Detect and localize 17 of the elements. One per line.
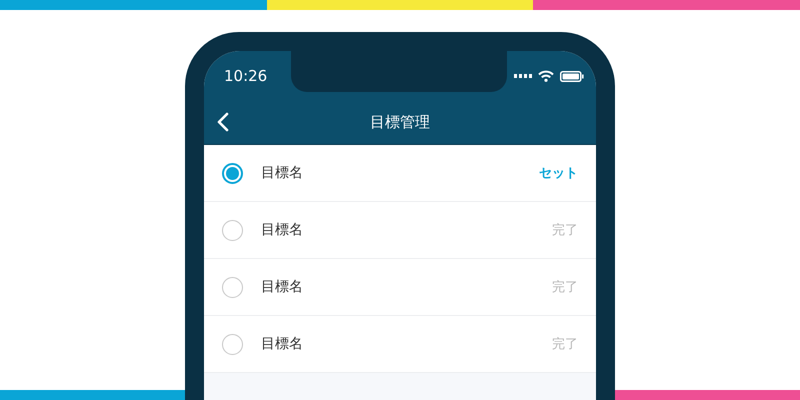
- goal-row[interactable]: 目標名 完了: [204, 259, 596, 316]
- signal-icon: [514, 73, 532, 79]
- goal-row[interactable]: 目標名 完了: [204, 202, 596, 259]
- goal-name: 目標名: [261, 278, 304, 296]
- screen-title: 目標管理: [370, 113, 430, 132]
- wifi-icon: [538, 70, 554, 82]
- radio-button[interactable]: [222, 334, 243, 354]
- radio-button[interactable]: [222, 220, 243, 240]
- back-icon[interactable]: [217, 112, 229, 132]
- status-time: 10:26: [224, 67, 268, 85]
- goal-row[interactable]: 目標名 セット: [204, 145, 596, 202]
- battery-icon: [560, 70, 584, 82]
- radio-button[interactable]: [222, 162, 243, 184]
- goal-name: 目標名: [261, 221, 304, 239]
- radio-button[interactable]: [222, 276, 243, 298]
- goal-name: 目標名: [261, 335, 304, 353]
- goal-name: 目標名: [261, 164, 304, 182]
